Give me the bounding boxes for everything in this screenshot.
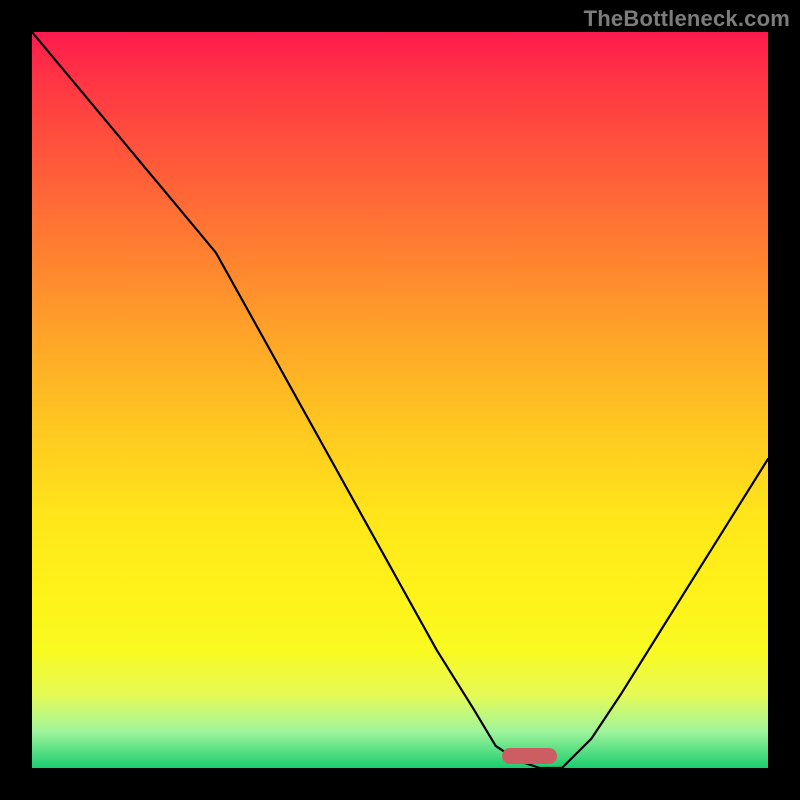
bottleneck-curve [32, 32, 768, 768]
chart-frame [32, 32, 768, 768]
watermark-text: TheBottleneck.com [584, 6, 790, 32]
optimal-range-marker [502, 748, 557, 764]
